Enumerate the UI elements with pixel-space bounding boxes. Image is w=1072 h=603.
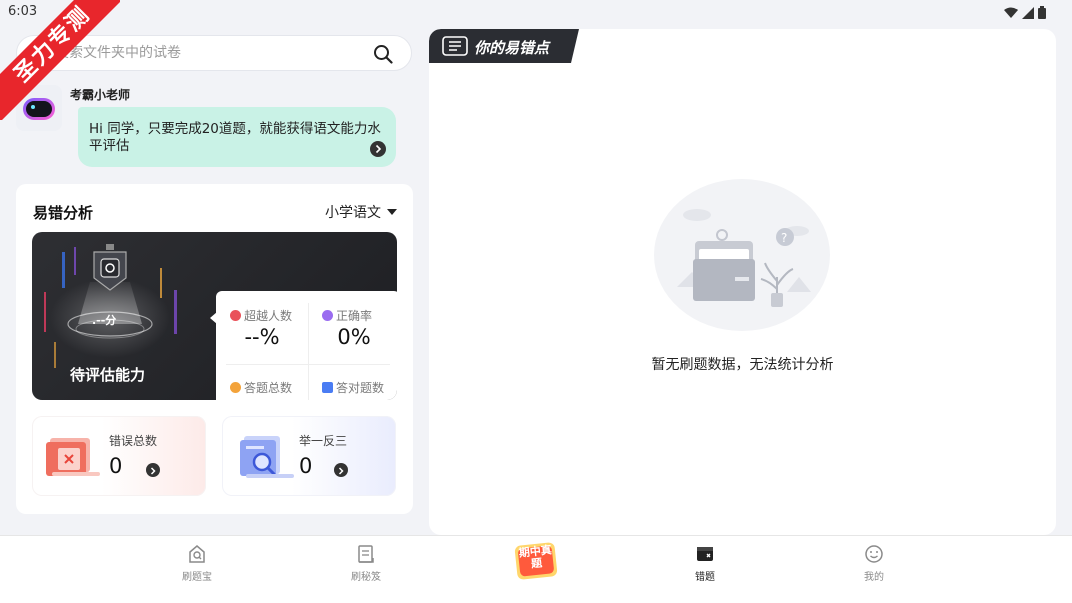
- medal-icon: [230, 382, 241, 393]
- chevron-right-icon[interactable]: [146, 463, 160, 477]
- nav-label: 刷题宝: [182, 572, 212, 583]
- ribbon-container: 圣力专测: [0, 0, 120, 120]
- panel-tab-title: 你的易错点: [474, 39, 550, 57]
- stats-grid: 超越人数 --% 正确率 0% 答题总数 0 答对题数 0: [216, 291, 397, 400]
- nav-item-wrong-questions[interactable]: 错题: [645, 536, 765, 596]
- search-icon[interactable]: [373, 44, 393, 64]
- status-icons: [1004, 4, 1046, 23]
- empty-state-illustration: ?: [654, 179, 830, 331]
- empty-state-text: 暂无刷题数据，无法统计分析: [651, 357, 834, 373]
- stat-value: --%: [244, 325, 280, 349]
- magnifier-doc-icon: [240, 436, 294, 478]
- accuracy-icon: [322, 310, 333, 321]
- battery-icon: [1038, 4, 1046, 23]
- checklist-icon: [322, 382, 333, 393]
- bottom-nav: 刷题宝 刷秘笈 期中真题 错题 我的: [0, 535, 1072, 603]
- subject-label: 小学语文: [325, 205, 381, 221]
- total-errors-value: 0: [109, 454, 123, 478]
- teacher-message: Hi 同学，只要完成20道题，就能获得语文能力水平评估: [89, 121, 381, 154]
- svg-text:?: ?: [781, 231, 787, 245]
- stat-total-answered: 答题总数 0: [216, 363, 308, 400]
- stat-value: 0: [308, 397, 397, 400]
- signal-icon: [1022, 4, 1034, 23]
- home-search-icon: [189, 545, 205, 563]
- stat-correct-count: 答对题数 0: [308, 363, 397, 400]
- error-analysis-card: 易错分析 小学语文 .--分 待评估能力 超越人数 --% 正确率 0% 答题总…: [16, 184, 413, 514]
- stat-accuracy: 正确率 0%: [308, 291, 397, 363]
- test-ribbon: 圣力专测: [0, 0, 120, 120]
- similar-practice-label: 举一反三: [299, 434, 348, 448]
- smile-icon: [865, 545, 883, 563]
- stat-label: 答题总数: [244, 381, 293, 395]
- nav-label: 刷秘笈: [351, 572, 381, 583]
- nav-item-shuatibao[interactable]: 刷题宝: [137, 536, 257, 596]
- error-doc-icon: [46, 438, 100, 476]
- ability-panel: .--分 待评估能力 超越人数 --% 正确率 0% 答题总数 0 答对题数 0: [32, 232, 397, 400]
- wifi-icon: [1004, 4, 1018, 23]
- total-errors-label: 错误总数: [109, 434, 158, 448]
- nav-item-shuamiji[interactable]: 刷秘笈: [306, 536, 426, 596]
- ability-score: .--分: [92, 314, 117, 327]
- analysis-title: 易错分析: [33, 204, 94, 222]
- chevron-right-icon[interactable]: [370, 141, 386, 157]
- stat-label: 正确率: [336, 309, 373, 323]
- subject-dropdown[interactable]: 小学语文: [325, 202, 397, 222]
- nav-item-midterm[interactable]: 期中真题: [476, 536, 596, 596]
- stat-value: 0: [216, 397, 308, 400]
- nav-label: 我的: [864, 572, 884, 583]
- error-points-panel: 你的易错点 ? 暂无刷题数据，无法统计分析: [429, 29, 1056, 535]
- midterm-badge-text: 期中真题: [518, 543, 553, 571]
- similar-practice-card[interactable]: 举一反三 0: [222, 416, 396, 496]
- stat-label: 答对题数: [336, 381, 385, 395]
- stat-value: 0%: [337, 325, 371, 349]
- nav-item-me[interactable]: 我的: [814, 536, 934, 596]
- stat-label: 超越人数: [244, 309, 293, 323]
- total-errors-card[interactable]: 错误总数 0: [32, 416, 206, 496]
- status-bar: 6:03: [0, 0, 1072, 24]
- pending-ability-label: 待评估能力: [70, 366, 146, 384]
- stat-surpass: 超越人数 --%: [216, 291, 308, 363]
- nav-label: 错题: [695, 572, 715, 583]
- teacher-message-bubble[interactable]: Hi 同学，只要完成20道题，就能获得语文能力水平评估: [78, 107, 396, 167]
- similar-practice-value: 0: [299, 454, 313, 478]
- rank-icon: [230, 310, 241, 321]
- book-icon: [358, 545, 374, 563]
- wrong-question-icon: [697, 547, 713, 561]
- chevron-right-icon[interactable]: [334, 463, 348, 477]
- caret-down-icon: [387, 209, 397, 215]
